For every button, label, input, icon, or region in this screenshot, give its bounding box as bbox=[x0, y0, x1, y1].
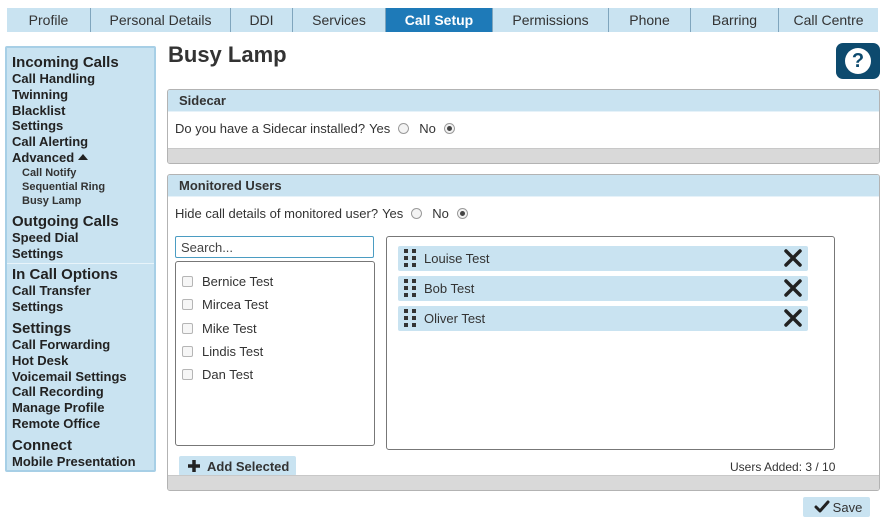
page-title: Busy Lamp bbox=[168, 42, 287, 67]
hide-details-question-row: Hide call details of monitored user? Yes… bbox=[175, 206, 478, 221]
user-checkbox[interactable] bbox=[182, 346, 193, 358]
add-selected-label: Add Selected bbox=[207, 458, 290, 474]
sidebar-item-remote-office[interactable]: Remote Office bbox=[12, 416, 154, 432]
tab-permissions[interactable]: Permissions bbox=[493, 8, 609, 32]
sidebar-item-speed-dial[interactable]: Speed Dial bbox=[12, 230, 154, 246]
top-tab-bar: Profile Personal Details DDI Services Ca… bbox=[7, 8, 878, 32]
tab-call-centre[interactable]: Call Centre bbox=[779, 8, 878, 32]
available-users-list: Bernice Test Mircea Test Mike Test Lindi… bbox=[175, 261, 375, 446]
sidebar-item-call-forwarding[interactable]: Call Forwarding bbox=[12, 337, 154, 353]
monitored-user-item[interactable]: Bob Test bbox=[398, 276, 808, 301]
tab-ddi[interactable]: DDI bbox=[231, 8, 293, 32]
sidebar-item-twinning[interactable]: Twinning bbox=[12, 87, 154, 103]
available-user-item[interactable]: Bernice Test bbox=[176, 270, 374, 293]
tab-call-setup[interactable]: Call Setup bbox=[386, 8, 493, 32]
user-checkbox[interactable] bbox=[182, 299, 193, 311]
hide-details-yes-label: Yes bbox=[382, 206, 404, 221]
available-user-name: Mike Test bbox=[202, 320, 257, 336]
sidebar-item-in-call-settings[interactable]: Settings bbox=[12, 299, 154, 315]
monitored-user-name: Bob Test bbox=[424, 281, 475, 296]
drag-handle-icon[interactable] bbox=[404, 279, 416, 298]
tab-profile[interactable]: Profile bbox=[7, 8, 91, 32]
monitored-user-item[interactable]: Louise Test bbox=[398, 246, 808, 271]
search-input[interactable] bbox=[175, 236, 374, 258]
tab-barring[interactable]: Barring bbox=[691, 8, 779, 32]
sidebar-item-advanced-label: Advanced bbox=[12, 149, 75, 165]
sidecar-panel: Sidecar Do you have a Sidecar installed?… bbox=[167, 89, 880, 164]
sidebar-item-manage-profile[interactable]: Manage Profile bbox=[12, 400, 154, 416]
available-user-item[interactable]: Mike Test bbox=[176, 317, 374, 340]
sidecar-yes-label: Yes bbox=[369, 121, 391, 136]
sidecar-yes-radio[interactable] bbox=[398, 123, 410, 134]
monitored-users-panel-footer bbox=[168, 475, 879, 490]
help-button[interactable]: ? bbox=[836, 43, 880, 79]
drag-handle-icon[interactable] bbox=[404, 249, 416, 268]
plus-icon bbox=[188, 460, 200, 472]
users-added-count: Users Added: 3 / 10 bbox=[730, 460, 836, 474]
sidebar-subitem-busy-lamp[interactable]: Busy Lamp bbox=[22, 194, 154, 208]
sidebar-item-call-transfer[interactable]: Call Transfer bbox=[12, 283, 154, 299]
sidebar-item-call-handling[interactable]: Call Handling bbox=[12, 71, 154, 87]
save-button[interactable]: Save bbox=[803, 497, 870, 517]
available-user-name: Bernice Test bbox=[202, 274, 274, 290]
sidebar-section-connect: Connect bbox=[12, 436, 72, 454]
sidebar-item-voicemail-settings[interactable]: Voicemail Settings bbox=[12, 369, 154, 385]
monitored-user-name: Oliver Test bbox=[424, 311, 486, 326]
sidebar-item-outgoing-settings[interactable]: Settings bbox=[12, 246, 154, 262]
sidebar-item-hot-desk[interactable]: Hot Desk bbox=[12, 353, 154, 369]
remove-icon[interactable] bbox=[783, 278, 803, 298]
sidecar-question-row: Do you have a Sidecar installed? Yes No bbox=[175, 121, 465, 136]
remove-icon[interactable] bbox=[783, 248, 803, 268]
monitored-user-item[interactable]: Oliver Test bbox=[398, 306, 808, 331]
sidebar-item-mobile-presentation[interactable]: Mobile Presentation bbox=[12, 454, 154, 470]
user-checkbox[interactable] bbox=[182, 322, 193, 334]
sidebar-item-call-recording[interactable]: Call Recording bbox=[12, 384, 154, 400]
sidebar-item-call-alerting[interactable]: Call Alerting bbox=[12, 134, 154, 150]
help-icon: ? bbox=[845, 48, 871, 74]
sidebar-section-settings: Settings bbox=[12, 319, 72, 337]
sidebar-section-in-call-options: In Call Options bbox=[12, 266, 118, 284]
tab-services[interactable]: Services bbox=[293, 8, 386, 32]
hide-details-yes-radio[interactable] bbox=[411, 208, 423, 219]
hide-details-no-radio[interactable] bbox=[456, 208, 468, 219]
hide-details-no-label: No bbox=[432, 206, 449, 221]
sidebar: Incoming Calls Call Handling Twinning Bl… bbox=[5, 46, 156, 472]
sidebar-subitem-sequential-ring[interactable]: Sequential Ring bbox=[22, 180, 154, 194]
sidebar-divider bbox=[7, 263, 154, 265]
user-checkbox[interactable] bbox=[182, 276, 193, 288]
caret-up-icon bbox=[78, 153, 89, 160]
tab-personal-details[interactable]: Personal Details bbox=[91, 8, 231, 32]
hide-details-question: Hide call details of monitored user? bbox=[175, 206, 379, 221]
available-user-name: Lindis Test bbox=[202, 344, 264, 360]
monitored-user-name: Louise Test bbox=[424, 251, 490, 266]
sidecar-no-radio[interactable] bbox=[443, 123, 455, 134]
monitored-users-panel-header: Monitored Users bbox=[168, 175, 879, 197]
available-user-name: Dan Test bbox=[202, 367, 254, 383]
checkmark-icon bbox=[814, 500, 830, 513]
add-selected-button[interactable]: Add Selected bbox=[179, 456, 296, 476]
tab-phone[interactable]: Phone bbox=[609, 8, 691, 32]
sidebar-section-incoming-calls: Incoming Calls bbox=[12, 54, 119, 71]
sidecar-panel-footer bbox=[168, 148, 879, 163]
sidebar-section-outgoing-calls: Outgoing Calls bbox=[12, 212, 119, 230]
sidecar-question: Do you have a Sidecar installed? bbox=[175, 121, 366, 136]
sidebar-item-incoming-settings[interactable]: Settings bbox=[12, 118, 154, 134]
monitored-users-list: Louise Test Bob Test Oliver Test bbox=[386, 236, 835, 450]
remove-icon[interactable] bbox=[783, 308, 803, 328]
monitored-users-panel: Monitored Users Hide call details of mon… bbox=[167, 174, 880, 491]
available-user-name: Mircea Test bbox=[202, 297, 269, 313]
available-user-item[interactable]: Mircea Test bbox=[176, 293, 374, 316]
drag-handle-icon[interactable] bbox=[404, 309, 416, 328]
sidebar-item-advanced[interactable]: Advanced bbox=[12, 150, 154, 166]
available-user-item[interactable]: Dan Test bbox=[176, 363, 374, 386]
sidebar-item-blacklist[interactable]: Blacklist bbox=[12, 103, 154, 119]
sidecar-panel-header: Sidecar bbox=[168, 90, 879, 112]
save-label: Save bbox=[832, 499, 863, 515]
available-user-item[interactable]: Lindis Test bbox=[176, 340, 374, 363]
sidecar-no-label: No bbox=[419, 121, 436, 136]
sidebar-subitem-call-notify[interactable]: Call Notify bbox=[22, 166, 154, 180]
user-checkbox[interactable] bbox=[182, 369, 193, 381]
